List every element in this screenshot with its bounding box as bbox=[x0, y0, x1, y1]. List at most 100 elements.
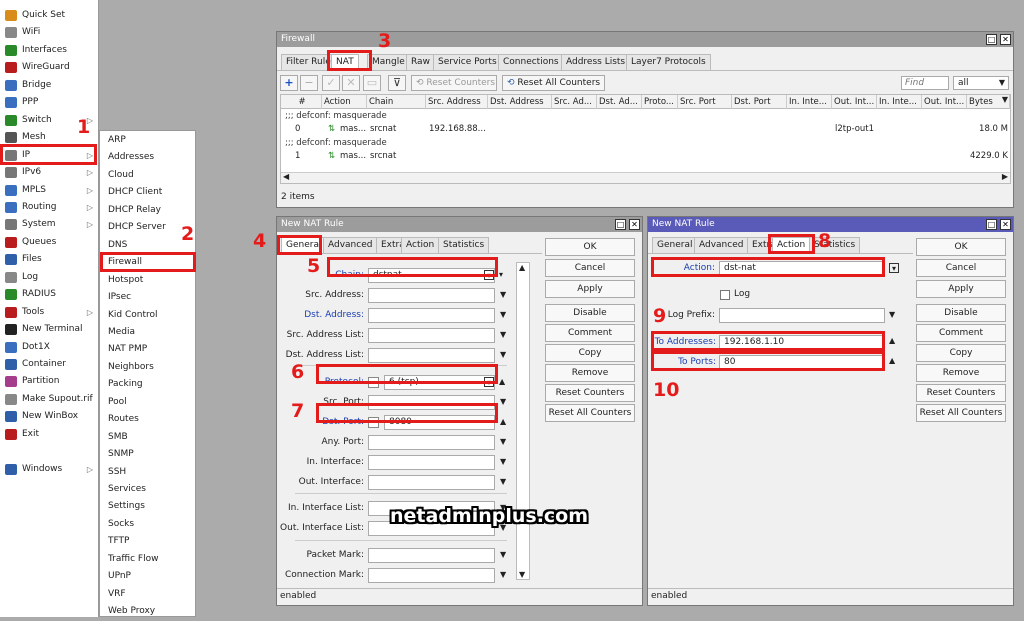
menu-item-routing[interactable]: Routing ▷ bbox=[0, 199, 99, 216]
submenu-item-arp[interactable]: ARP bbox=[100, 132, 196, 149]
close-icon[interactable]: ✕ bbox=[629, 219, 640, 230]
nat-rule-titlebar[interactable]: New NAT Rule □ ✕ bbox=[277, 217, 642, 232]
menu-item-exit[interactable]: Exit bbox=[0, 426, 99, 443]
column-header[interactable]: In. Inte... bbox=[877, 95, 922, 109]
submenu-item-routes[interactable]: Routes bbox=[100, 411, 196, 428]
log-prefix-input[interactable] bbox=[719, 308, 885, 323]
tab-raw[interactable]: Raw bbox=[406, 54, 435, 70]
submenu-item-nat-pmp[interactable]: NAT PMP bbox=[100, 341, 196, 358]
ok-button[interactable]: OK bbox=[916, 238, 1006, 256]
cancel-button[interactable]: Cancel bbox=[545, 259, 635, 277]
tab-statistics[interactable]: Statistics bbox=[809, 237, 861, 253]
reset-counters-button[interactable]: ⟲ Reset Counters bbox=[411, 75, 497, 91]
column-header[interactable]: # bbox=[281, 95, 322, 109]
tab-action[interactable]: Action bbox=[401, 237, 440, 253]
reset-all-counters-button[interactable]: ⟲ Reset All Counters bbox=[502, 75, 605, 91]
menu-item-wifi[interactable]: WiFi bbox=[0, 24, 99, 41]
close-icon[interactable]: ✕ bbox=[1000, 219, 1011, 230]
submenu-item-settings[interactable]: Settings bbox=[100, 498, 196, 515]
submenu-item-addresses[interactable]: Addresses bbox=[100, 149, 196, 166]
maximize-icon[interactable]: □ bbox=[986, 219, 997, 230]
packet-mark-dropdown-icon[interactable]: ▼ bbox=[500, 550, 506, 559]
protocol-collapse-icon[interactable]: ▲ bbox=[499, 377, 505, 386]
packet-mark-input[interactable] bbox=[368, 548, 495, 563]
src-address-input[interactable] bbox=[368, 288, 495, 303]
submenu-item-vrf[interactable]: VRF bbox=[100, 586, 196, 603]
dst-port-dropdown-icon[interactable]: ▲ bbox=[500, 417, 506, 426]
log-prefix-dropdown-icon[interactable]: ▼ bbox=[889, 310, 895, 319]
submenu-item-ipsec[interactable]: IPsec bbox=[100, 289, 196, 306]
submenu-item-neighbors[interactable]: Neighbors bbox=[100, 359, 196, 376]
in-interface-input[interactable] bbox=[368, 455, 495, 470]
submenu-item-tftp[interactable]: TFTP bbox=[100, 533, 196, 550]
submenu-item-traffic-flow[interactable]: Traffic Flow bbox=[100, 551, 196, 568]
menu-item-tools[interactable]: Tools ▷ bbox=[0, 304, 99, 321]
tab-connections[interactable]: Connections bbox=[498, 54, 564, 70]
submenu-item-cloud[interactable]: Cloud bbox=[100, 167, 196, 184]
chain-collapse-icon[interactable]: ▾ bbox=[499, 270, 503, 279]
tab-mangle[interactable]: Mangle bbox=[367, 54, 410, 70]
menu-item-quick-set[interactable]: Quick Set bbox=[0, 7, 99, 24]
table-row[interactable]: 1 ⇅ mas... srcnat 4229.0 K bbox=[281, 150, 1010, 163]
reset-counters-button[interactable]: Reset Counters bbox=[545, 384, 635, 402]
submenu-item-hotspot[interactable]: Hotspot bbox=[100, 272, 196, 289]
remove-button[interactable]: Remove bbox=[916, 364, 1006, 382]
ok-button[interactable]: OK bbox=[545, 238, 635, 256]
submenu-item-services[interactable]: Services bbox=[100, 481, 196, 498]
menu-item-container[interactable]: Container bbox=[0, 356, 99, 373]
dst-address-dropdown-icon[interactable]: ▼ bbox=[500, 310, 506, 319]
menu-item-new-winbox[interactable]: New WinBox bbox=[0, 408, 99, 425]
column-header[interactable]: Dst. Address bbox=[488, 95, 552, 109]
tab-general[interactable]: General bbox=[652, 237, 698, 253]
enable-icon[interactable]: ✓ bbox=[322, 75, 340, 91]
menu-item-queues[interactable]: Queues bbox=[0, 234, 99, 251]
menu-item-ipv6[interactable]: IPv6 ▷ bbox=[0, 164, 99, 181]
column-header[interactable]: Src. Address bbox=[426, 95, 488, 109]
filter-select[interactable]: all ▼ bbox=[953, 76, 1009, 90]
column-header[interactable]: Chain bbox=[367, 95, 426, 109]
cancel-button[interactable]: Cancel bbox=[916, 259, 1006, 277]
disable-button[interactable]: Disable bbox=[916, 304, 1006, 322]
submenu-item-dhcp-client[interactable]: DHCP Client bbox=[100, 184, 196, 201]
submenu-item-web-proxy[interactable]: Web Proxy bbox=[100, 603, 196, 620]
menu-item-bridge[interactable]: Bridge bbox=[0, 77, 99, 94]
column-header[interactable]: Action bbox=[322, 95, 367, 109]
dst-address-list-input[interactable] bbox=[368, 348, 495, 363]
connection-mark-dropdown-icon[interactable]: ▼ bbox=[500, 570, 506, 579]
submenu-item-socks[interactable]: Socks bbox=[100, 516, 196, 533]
disable-icon[interactable]: ✕ bbox=[342, 75, 360, 91]
column-header[interactable]: In. Inte... bbox=[787, 95, 832, 109]
disable-button[interactable]: Disable bbox=[545, 304, 635, 322]
menu-item-mpls[interactable]: MPLS ▷ bbox=[0, 182, 99, 199]
out-interface-dropdown-icon[interactable]: ▼ bbox=[500, 477, 506, 486]
vertical-scrollbar[interactable]: ▲ ▼ bbox=[516, 262, 530, 580]
submenu-item-kid-control[interactable]: Kid Control bbox=[100, 307, 196, 324]
maximize-icon[interactable]: □ bbox=[986, 34, 997, 45]
dst-address-list-dropdown-icon[interactable]: ▼ bbox=[500, 350, 506, 359]
remove-button[interactable]: Remove bbox=[545, 364, 635, 382]
menu-item-files[interactable]: Files bbox=[0, 251, 99, 268]
menu-item-dot1x[interactable]: Dot1X bbox=[0, 339, 99, 356]
remove-icon[interactable]: − bbox=[300, 75, 318, 91]
submenu-item-ssh[interactable]: SSH bbox=[100, 464, 196, 481]
menu-item-wireguard[interactable]: WireGuard bbox=[0, 59, 99, 76]
submenu-item-snmp[interactable]: SNMP bbox=[100, 446, 196, 463]
submenu-item-packing[interactable]: Packing bbox=[100, 376, 196, 393]
submenu-item-upnp[interactable]: UPnP bbox=[100, 568, 196, 585]
tab-advanced[interactable]: Advanced bbox=[323, 237, 378, 253]
to-addresses-collapse-icon[interactable]: ▲ bbox=[889, 336, 895, 345]
sort-dropdown-icon[interactable]: ▼ bbox=[1002, 95, 1008, 104]
menu-item-windows[interactable]: Windows ▷ bbox=[0, 461, 99, 478]
comment-icon[interactable]: ▭ bbox=[363, 75, 381, 91]
connection-mark-input[interactable] bbox=[368, 568, 495, 583]
column-header[interactable]: Dst. Ad... bbox=[597, 95, 642, 109]
dst-address-input[interactable] bbox=[368, 308, 495, 323]
column-header[interactable]: Src. Ad... bbox=[552, 95, 597, 109]
submenu-item-smb[interactable]: SMB bbox=[100, 429, 196, 446]
copy-button[interactable]: Copy bbox=[545, 344, 635, 362]
menu-item-system[interactable]: System ▷ bbox=[0, 216, 99, 233]
horizontal-scrollbar[interactable]: ◀ ▶ bbox=[281, 172, 1010, 183]
menu-item-interfaces[interactable]: Interfaces bbox=[0, 42, 99, 59]
to-ports-collapse-icon[interactable]: ▲ bbox=[889, 356, 895, 365]
src-address-dropdown-icon[interactable]: ▼ bbox=[500, 290, 506, 299]
